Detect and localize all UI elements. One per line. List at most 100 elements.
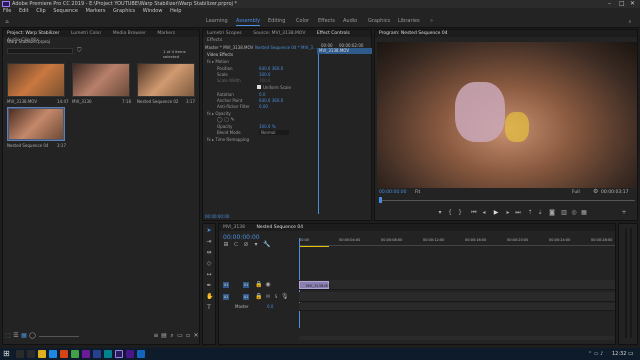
comparison-view-icon[interactable]: ▥ (561, 210, 567, 216)
mark-in-icon[interactable]: { (447, 210, 453, 216)
workspace-audio[interactable]: Audio (343, 18, 357, 24)
master-track[interactable] (299, 303, 615, 311)
chrome-icon[interactable] (71, 350, 79, 358)
program-timecode[interactable]: 00:00:00:00 (379, 190, 406, 195)
search-icon[interactable]: ⌕ (627, 19, 633, 25)
quality-select[interactable]: Full (572, 190, 580, 195)
step-back-icon[interactable]: ◂ (481, 210, 487, 216)
razor-tool-icon[interactable]: ◇ (206, 261, 212, 267)
project-item-selected[interactable] (7, 107, 65, 141)
timeline-scrollbar[interactable] (299, 336, 615, 340)
menu-clip[interactable]: Clip (36, 8, 45, 14)
project-item-thumbnail[interactable] (7, 63, 65, 97)
video-track-v1[interactable]: MVI_3138.MOV (299, 280, 615, 290)
program-video-frame[interactable] (377, 42, 637, 188)
timeline-clip[interactable]: MVI_3138.MOV (299, 281, 332, 289)
photoshop-icon[interactable] (137, 350, 145, 358)
task-view-icon[interactable] (27, 350, 35, 358)
new-bin-icon[interactable]: ▭ (177, 333, 183, 339)
more-workspaces-icon[interactable]: » (430, 18, 433, 24)
menu-markers[interactable]: Markers (86, 8, 106, 14)
ripple-edit-tool-icon[interactable]: ⇹ (206, 250, 212, 256)
app-icon[interactable] (82, 350, 90, 358)
wrench-icon[interactable]: 🔧 (263, 242, 270, 248)
tab-nested-sequence[interactable]: Nested Sequence 04 (256, 225, 303, 230)
solo-icon[interactable]: S (273, 294, 279, 300)
lock-icon[interactable]: ⬚ (5, 333, 11, 339)
project-search-input[interactable] (7, 48, 73, 54)
mark-out-icon[interactable]: } (457, 210, 463, 216)
work-area-bar[interactable] (299, 246, 329, 247)
program-scrub-bar[interactable] (379, 200, 635, 201)
extract-icon[interactable]: ⇣ (537, 210, 543, 216)
master-clip-label[interactable]: Master * MVI_3138.MOV (205, 45, 253, 50)
source-patch-a1[interactable]: A1 (223, 294, 229, 300)
timeline-timecode[interactable]: 00:00:00:00 (223, 234, 260, 241)
button-editor-icon[interactable]: + (621, 210, 627, 216)
menu-edit[interactable]: Edit (19, 8, 29, 14)
taskbar-clock[interactable]: 12:32 (612, 351, 626, 357)
fit-select[interactable]: Fit (415, 190, 420, 195)
go-to-in-icon[interactable]: ⏮ (471, 210, 477, 216)
settings-icon[interactable]: ⚙ (593, 188, 598, 195)
rotation-value[interactable]: 0.0 (259, 92, 265, 97)
app-icon[interactable] (93, 350, 101, 358)
slip-tool-icon[interactable]: ↔ (206, 272, 212, 278)
menu-file[interactable]: File (3, 8, 11, 14)
premiere-taskbar-icon[interactable] (115, 350, 123, 358)
maximize-icon[interactable]: □ (619, 0, 625, 8)
workspace-learning[interactable]: Learning (206, 18, 228, 24)
safe-margins-icon[interactable]: ▦ (581, 210, 587, 216)
step-forward-icon[interactable]: ▸ (505, 210, 511, 216)
project-item-thumbnail[interactable] (72, 63, 130, 97)
tab-lumetri-color[interactable]: Lumetri Color (71, 31, 101, 36)
notifications-icon[interactable]: ▭ (628, 350, 634, 357)
rect-mask-icon[interactable]: ▢ (224, 117, 229, 123)
tab-project[interactable]: Project: Warp Stabilizer (7, 31, 59, 36)
home-icon[interactable]: ⌂ (4, 19, 10, 25)
workspace-editing[interactable]: Editing (268, 18, 285, 24)
edge-browser-icon[interactable] (49, 350, 57, 358)
clear-icon[interactable]: ✕ (193, 333, 199, 339)
tab-media-browser[interactable]: Media Browser (113, 31, 146, 36)
tab-sequence-mvi[interactable]: MVI_3138 (223, 225, 245, 230)
type-tool-icon[interactable]: T (206, 305, 212, 311)
search-taskbar-icon[interactable] (16, 350, 24, 358)
time-ruler[interactable]: 00:00 00:00:04:00 00:00:08:00 00:00:12:0… (299, 238, 615, 246)
workspace-graphics[interactable]: Graphics (368, 18, 390, 24)
after-effects-icon[interactable] (126, 350, 134, 358)
program-playhead[interactable] (379, 197, 382, 203)
list-view-icon[interactable]: ☰ (13, 333, 19, 339)
project-item-thumbnail[interactable] (137, 63, 195, 97)
workspace-assembly[interactable]: Assembly (236, 18, 261, 26)
ec-clip-bar[interactable]: MVI_3138.MOV (317, 48, 372, 54)
voiceover-icon[interactable]: 🎙 (281, 294, 289, 300)
mute-icon[interactable]: M (265, 294, 271, 300)
new-item-icon[interactable]: ▫ (185, 333, 191, 339)
lift-icon[interactable]: ⇡ (527, 210, 533, 216)
anchor-point-value[interactable]: 640.0 360.0 (259, 98, 283, 103)
automate-icon[interactable]: ▤ (161, 333, 167, 339)
tab-source[interactable]: Source: MVI_3138.MOV (253, 31, 305, 36)
pen-mask-icon[interactable]: ✎ (231, 117, 235, 123)
lock-track-icon[interactable]: 🔒 (255, 294, 262, 300)
lock-track-icon[interactable]: 🔒 (255, 282, 262, 288)
go-to-out-icon[interactable]: ⏭ (515, 210, 521, 216)
workspace-libraries[interactable]: Libraries (398, 18, 420, 24)
selection-tool-icon[interactable]: ➤ (206, 228, 212, 234)
system-tray-icons[interactable]: ⌃ ▭ ♪ (588, 351, 603, 357)
uniform-scale-checkbox[interactable] (257, 85, 261, 89)
start-icon[interactable]: ⊞ (3, 349, 10, 358)
sequence-clip-label[interactable]: Nested Sequence 04 * MVI_3... (255, 45, 317, 50)
pen-tool-icon[interactable]: ✒ (206, 283, 212, 289)
vr-icon[interactable]: ◎ (571, 210, 577, 216)
anti-flicker-value[interactable]: 0.00 (259, 104, 268, 109)
zoom-slider[interactable] (39, 336, 79, 337)
nest-toggle-icon[interactable]: ⊞ (223, 242, 229, 248)
workspace-effects[interactable]: Effects (318, 18, 335, 24)
hand-tool-icon[interactable]: ✋ (206, 294, 213, 300)
track-target-v1[interactable]: V1 (243, 282, 249, 288)
sort-icon[interactable]: ≡ (153, 333, 159, 339)
track-select-tool-icon[interactable]: ⇥ (206, 239, 212, 245)
office-icon[interactable] (60, 350, 68, 358)
